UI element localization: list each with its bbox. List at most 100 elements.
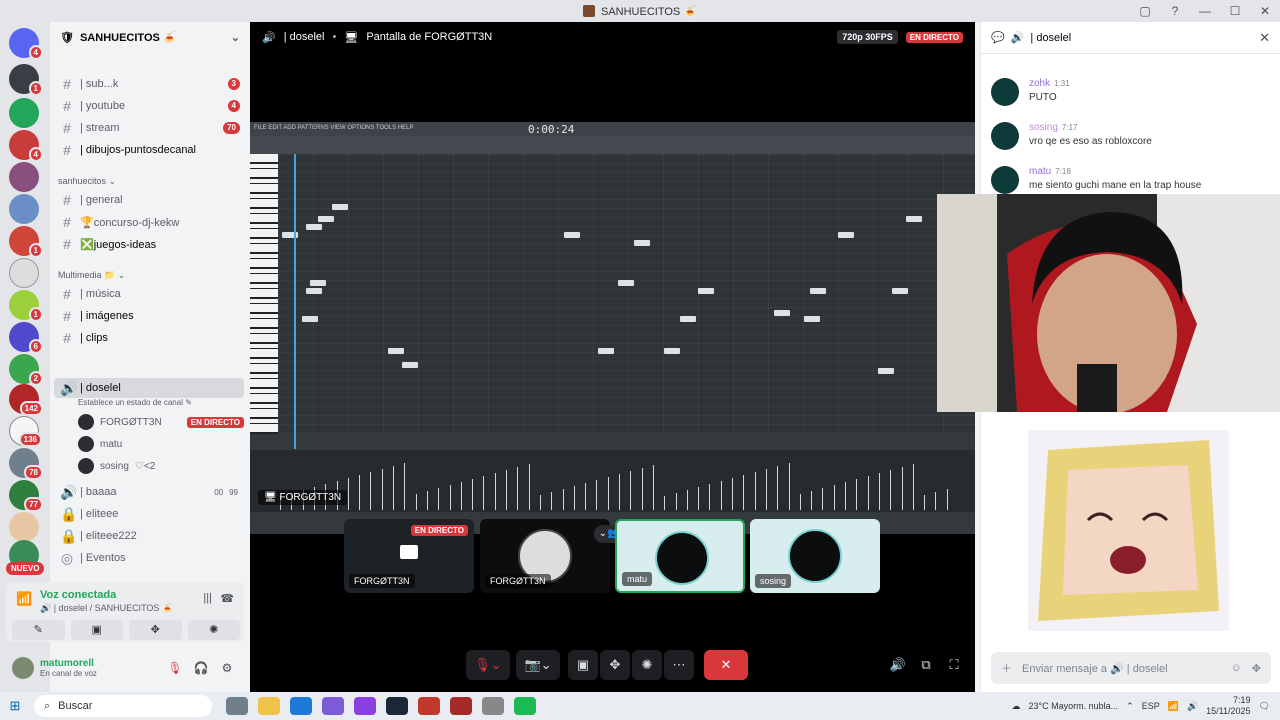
channel-sub[interactable]: # | sub...k 3	[54, 74, 244, 94]
volume-icon[interactable]: 🔊	[886, 650, 910, 680]
deafen-icon[interactable]: 🎧	[190, 657, 212, 679]
server-icon-8[interactable]: 1	[9, 290, 43, 322]
camera-icon[interactable]: 📷⌄	[516, 650, 560, 680]
language-indicator[interactable]: ESP	[1142, 701, 1160, 711]
channel-youtube[interactable]: # | youtube 4	[54, 96, 244, 116]
help-icon[interactable]: ?	[1160, 4, 1190, 18]
activities-button[interactable]: ✥	[129, 620, 182, 640]
chat-input[interactable]: ＋ Enviar mensaje a 🔊 | doselel ☺ ✥	[991, 652, 1271, 684]
voice-connected-title[interactable]: Voz conectada	[40, 589, 116, 601]
disconnect-button[interactable]: ✕	[704, 650, 748, 680]
maximize-button[interactable]: ☐	[1220, 4, 1250, 18]
inbox-icon[interactable]: ▢	[1130, 4, 1160, 18]
canva-icon[interactable]	[354, 697, 376, 715]
server-icon-2[interactable]	[9, 98, 39, 128]
fullscreen-icon[interactable]: ⛶	[942, 650, 966, 680]
server-icon-5[interactable]	[9, 194, 39, 224]
screen-share-button[interactable]: ▣	[70, 620, 123, 640]
server-icon-13[interactable]: 78	[9, 448, 43, 480]
message-author[interactable]: matu 7:18	[1029, 166, 1071, 177]
channel-dibujos[interactable]: # | dibujos-puntosdecanal	[54, 140, 244, 160]
edge-icon[interactable]	[290, 697, 312, 715]
server-icon-9[interactable]: 6	[9, 322, 43, 354]
wifi-icon[interactable]: 📶	[1168, 701, 1179, 712]
new-pill[interactable]: NUEVO	[6, 562, 45, 575]
task-view-icon[interactable]	[226, 697, 248, 715]
server-icon-3[interactable]: 4	[9, 130, 43, 162]
channel-stream[interactable]: # | stream 70	[54, 118, 244, 138]
more-options-icon[interactable]: ⋯	[664, 650, 694, 680]
emoji-icon[interactable]: ☺	[1231, 662, 1242, 674]
server-icon-6[interactable]: 1	[9, 226, 43, 258]
participant-tile-matu[interactable]: matu	[615, 519, 745, 593]
volume-tray-icon[interactable]: 🔊	[1187, 701, 1198, 712]
add-attachment-icon[interactable]: ＋	[1001, 660, 1012, 676]
home-button[interactable]: 4	[9, 28, 43, 60]
voice-channel-doselel[interactable]: 🔊 | doselel	[54, 378, 244, 398]
avatar[interactable]	[991, 122, 1019, 150]
channel-status-prompt[interactable]: Establece un estado de canal ✎	[78, 398, 192, 407]
camera-toggle-button[interactable]: ✎	[12, 620, 65, 640]
spotify-icon[interactable]	[514, 697, 536, 715]
close-button[interactable]: ✕	[1250, 4, 1280, 18]
notification-icon[interactable]: 🗨	[1259, 701, 1270, 712]
windows-start-icon[interactable]: ⊞	[0, 698, 30, 714]
disconnect-icon[interactable]: ☎	[220, 592, 234, 605]
server-icon-12[interactable]: 136	[9, 416, 42, 447]
close-icon[interactable]: ✕	[1259, 30, 1270, 46]
channel-general[interactable]: # | general	[54, 190, 244, 210]
participant-tile-forgotten[interactable]: FORGØTT3N	[480, 519, 610, 593]
minimize-button[interactable]: —	[1190, 4, 1220, 18]
weather-icon[interactable]: ☁	[1012, 701, 1021, 712]
tray-chevron-icon[interactable]: ⌃	[1126, 701, 1134, 712]
channel-concurso[interactable]: # 🏆concurso-dj-kekw	[54, 212, 244, 232]
channel-eventos[interactable]: ◎ | Eventos	[54, 548, 244, 568]
participant-tile-stream[interactable]: EN DIRECTO FORGØTT3N	[344, 519, 474, 593]
voice-member[interactable]: matu	[78, 434, 244, 454]
avatar[interactable]	[991, 166, 1019, 194]
server-icon-10[interactable]: 2	[9, 354, 43, 386]
voice-channel-baaaa[interactable]: 🔊 | baaaa 00 99	[54, 482, 244, 502]
category-multimedia[interactable]: Multimedia 📁 ⌄	[58, 270, 125, 281]
voice-channel-eliteee222[interactable]: 🔒 | eliteee222	[54, 526, 244, 546]
server-icon-4[interactable]	[9, 162, 39, 192]
channel-clips[interactable]: # | clips	[54, 328, 244, 348]
screen-share-button[interactable]: ▣	[568, 650, 598, 680]
server-icon-1[interactable]: 1	[9, 64, 43, 96]
category-sanhuecitos[interactable]: sanhuecitos ⌄	[58, 176, 116, 187]
participant-tile-sosing[interactable]: sosing	[750, 519, 880, 593]
channel-juegos[interactable]: # ❎juegos-ideas	[54, 234, 244, 254]
server-icon-15[interactable]	[9, 512, 39, 542]
mute-mic-icon[interactable]: 🎙⌄	[466, 650, 510, 680]
discord-taskbar-icon[interactable]	[322, 697, 344, 715]
channel-imagenes[interactable]: # | imágenes	[54, 306, 244, 326]
apps-icon[interactable]: ✥	[1252, 662, 1261, 675]
voicemeeter-icon[interactable]	[450, 697, 472, 715]
server-icon-14[interactable]: 77	[9, 480, 43, 512]
shared-screen[interactable]: FILE EDIT ADD PATTERNS VIEW OPTIONS TOOL…	[250, 122, 975, 534]
server-icon-11[interactable]: 142	[9, 384, 43, 416]
voice-member[interactable]: FORGØTT3N EN DIRECTO	[78, 412, 244, 432]
taskbar-search[interactable]: ⌕ Buscar	[34, 695, 212, 717]
soundboard-button[interactable]: ✺	[632, 650, 662, 680]
weather-text[interactable]: 23°C Mayorm. nubla...	[1029, 701, 1119, 711]
activities-button[interactable]: ✥	[600, 650, 630, 680]
message-author[interactable]: sosing 7:17	[1029, 122, 1077, 133]
noise-suppression-icon[interactable]: |||	[203, 592, 212, 604]
settings-gear-icon[interactable]: ⚙	[216, 657, 238, 679]
avatar[interactable]	[12, 657, 34, 679]
steam-icon[interactable]	[386, 697, 408, 715]
avatar[interactable]	[991, 78, 1019, 106]
obs-icon[interactable]	[418, 697, 440, 715]
soundboard-button[interactable]: ✺	[187, 620, 240, 640]
mute-mic-icon[interactable]: 🎙	[164, 657, 186, 679]
server-header[interactable]: 🛡 SANHUECITOS 🍝 ⌄	[50, 22, 250, 52]
voice-channel-eliteee[interactable]: 🔒 | eliteee	[54, 504, 244, 524]
clock[interactable]: 7:19 15/11/2025	[1206, 695, 1250, 717]
message-author[interactable]: zohk 1:31	[1029, 78, 1070, 89]
voice-member[interactable]: sosing ♡<2	[78, 456, 244, 476]
popout-icon[interactable]: ⧉	[914, 650, 938, 680]
channel-musica[interactable]: # | música	[54, 284, 244, 304]
file-explorer-icon[interactable]	[258, 697, 280, 715]
server-icon-7[interactable]	[9, 258, 39, 288]
